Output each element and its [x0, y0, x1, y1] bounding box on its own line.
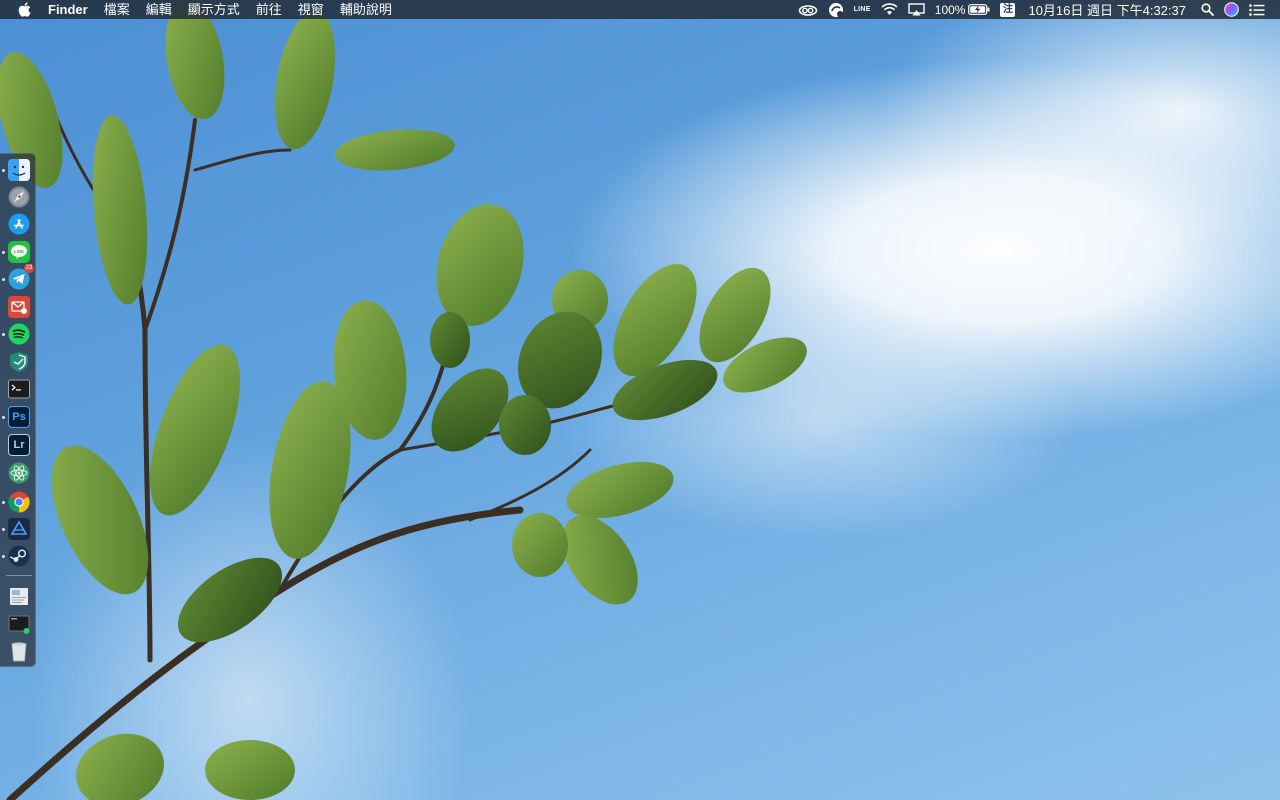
finder-icon: [8, 159, 30, 181]
app-store-icon: [8, 213, 30, 235]
running-indicator: [2, 278, 5, 281]
creative-cloud-menu[interactable]: [793, 0, 823, 19]
dock-spotify[interactable]: [7, 322, 31, 346]
svg-text:LINE: LINE: [14, 249, 24, 254]
chrome-icon: [8, 491, 30, 513]
input-method-indicator: 注: [1000, 2, 1016, 17]
dock-trash[interactable]: [7, 639, 31, 663]
photoshop-icon: Ps: [8, 406, 30, 428]
vpn-shield-icon: [10, 352, 28, 372]
airplay-icon: [908, 3, 925, 16]
battery-menu[interactable]: 100%: [930, 0, 996, 19]
documents-stack-icon: [10, 588, 28, 605]
running-indicator: [2, 169, 5, 172]
dock-separator: [6, 575, 32, 576]
terminal-icon: [8, 379, 30, 399]
wifi-menu[interactable]: [876, 0, 903, 19]
menu-file[interactable]: 檔案: [96, 0, 138, 19]
apple-menu-button[interactable]: [0, 0, 48, 19]
menu-edit[interactable]: 編輯: [138, 0, 180, 19]
spotify-icon: [8, 323, 30, 345]
dock-terminal[interactable]: [7, 377, 31, 401]
notification-center-icon: [1249, 3, 1265, 16]
spotlight-search-icon: [1201, 3, 1214, 16]
dock-telegram[interactable]: 23: [7, 264, 34, 291]
trash-icon: [11, 642, 27, 662]
dock-editor-app[interactable]: [7, 517, 31, 541]
dock-mail-app[interactable]: [7, 295, 31, 319]
dock-documents-stack[interactable]: [7, 584, 31, 608]
dock-downloads-stack[interactable]: [7, 612, 31, 636]
running-indicator: [2, 501, 5, 504]
running-indicator: [2, 333, 5, 336]
launchpad-icon: [8, 186, 30, 208]
menu-view[interactable]: 顯示方式: [180, 0, 248, 19]
notification-center-button[interactable]: [1244, 0, 1270, 19]
editor-app-icon: [8, 518, 30, 540]
siri-button[interactable]: [1219, 0, 1244, 19]
steam-icon: [8, 545, 30, 567]
desktop[interactable]: [0, 0, 1280, 800]
dock-app-store[interactable]: [7, 212, 31, 236]
menu-window[interactable]: 視窗: [290, 0, 332, 19]
sync-status-menu[interactable]: [823, 0, 849, 19]
downloads-stack-icon: [8, 615, 30, 634]
menu-bar: Finder 檔案 編輯 顯示方式 前往 視窗 輔助說明 LINE 100% 注…: [0, 0, 1280, 19]
menu-bar-status: LINE 100% 注 10月16日 週日 下午4:32:37: [793, 0, 1280, 19]
wifi-icon: [881, 3, 898, 15]
creative-cloud-icon: [798, 4, 817, 16]
menu-app-finder[interactable]: Finder: [48, 0, 96, 19]
dock-finder[interactable]: [7, 158, 31, 182]
running-indicator: [2, 528, 5, 531]
airplay-menu[interactable]: [903, 0, 930, 19]
wallpaper-leaves: [0, 0, 807, 800]
lightroom-icon: Lr: [8, 434, 30, 456]
siri-icon: [1224, 2, 1239, 17]
menu-help[interactable]: 輔助說明: [332, 0, 400, 19]
running-indicator: [2, 416, 5, 419]
line-menu[interactable]: LINE: [849, 0, 876, 19]
battery-charging-icon: [968, 4, 990, 15]
input-method-menu[interactable]: 注: [995, 0, 1020, 19]
notification-badge: 23: [24, 264, 34, 273]
dock-steam[interactable]: [7, 544, 31, 568]
line-icon: LINE: [853, 6, 871, 13]
running-indicator: [2, 555, 5, 558]
battery-percent: 100%: [934, 2, 966, 17]
dock-atom[interactable]: [7, 461, 31, 485]
dock-photoshop[interactable]: Ps: [7, 405, 31, 429]
dock-lightroom[interactable]: Lr: [7, 433, 31, 457]
running-indicator: [2, 251, 5, 254]
atom-icon: [8, 462, 30, 484]
line-app-icon: LINE: [8, 241, 30, 263]
menu-go[interactable]: 前往: [248, 0, 290, 19]
clock[interactable]: 10月16日 週日 下午4:32:37: [1020, 0, 1196, 19]
dock-launchpad[interactable]: [7, 185, 31, 209]
spotlight-button[interactable]: [1196, 0, 1219, 19]
dock-chrome[interactable]: [7, 490, 31, 514]
dock-vpn[interactable]: [7, 350, 31, 374]
menu-bar-left: Finder 檔案 編輯 顯示方式 前往 視窗 輔助說明: [0, 0, 400, 19]
dock: LINE 23 Ps Lr: [0, 153, 36, 667]
mail-app-icon: [8, 296, 30, 318]
dock-line[interactable]: LINE: [7, 240, 31, 264]
apple-logo-icon: [18, 2, 30, 17]
sync-status-icon: [828, 2, 843, 17]
